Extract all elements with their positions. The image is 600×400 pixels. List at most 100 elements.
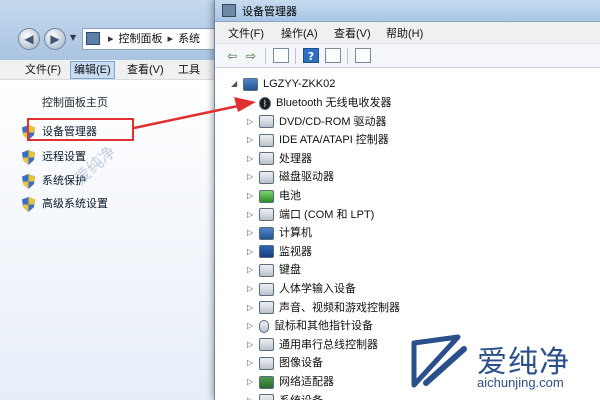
device-manager-window: 设备管理器 文件(F) 操作(A) 查看(V) 帮助(H) ⇦ ⇨ ? ◢ LGZ… (214, 0, 600, 400)
device-manager-icon (222, 4, 236, 17)
expand-icon[interactable]: ▷ (247, 94, 257, 112)
expand-icon[interactable]: ▷ (247, 243, 257, 261)
computer-icon (259, 226, 274, 240)
toolbar-divider (347, 48, 348, 64)
expand-icon[interactable]: ▷ (247, 168, 257, 186)
device-category-row[interactable]: ▷ DVD/CD-ROM 驱动器 (247, 113, 387, 131)
device-category-row[interactable]: ▷ 图像设备 (247, 354, 323, 372)
expand-icon[interactable]: ▷ (247, 336, 257, 354)
breadcrumb-separator-icon: ▸ (167, 33, 174, 45)
device-category-row[interactable]: ▷ 系统设备 (247, 392, 323, 400)
device-category-label: 声音、视频和游戏控制器 (279, 301, 400, 314)
processor-icon (259, 152, 274, 166)
sound-icon (259, 301, 274, 315)
device-manager-titlebar: 设备管理器 (215, 0, 600, 22)
brand-site: aichunjing.com (477, 375, 564, 390)
mouse-icon (259, 319, 269, 333)
brand-logo-icon (411, 334, 467, 388)
device-category-label: 图像设备 (279, 357, 323, 370)
device-category-label: 人体学输入设备 (279, 283, 356, 296)
expand-icon[interactable]: ▷ (247, 299, 257, 317)
address-bar[interactable]: ▸ 控制面板 ▸ 系统 (82, 28, 227, 50)
console-tree-icon[interactable] (273, 48, 289, 63)
expand-icon[interactable]: ▷ (247, 131, 257, 149)
breadcrumb-separator-icon: ▸ (108, 33, 114, 45)
expand-icon[interactable]: ▷ (247, 317, 257, 335)
expand-icon[interactable]: ▷ (247, 150, 257, 168)
device-category-row[interactable]: ▷ 监视器 (247, 243, 312, 261)
collapse-icon[interactable]: ◢ (231, 75, 241, 93)
control-panel-menubar: 文件(F) 编辑(E) 查看(V) 工具 (0, 60, 222, 80)
usb-icon (259, 338, 274, 352)
device-category-label: 磁盘驱动器 (279, 171, 334, 184)
device-category-row[interactable]: ▷ 磁盘驱动器 (247, 168, 334, 186)
device-category-row[interactable]: ▷ 计算机 (247, 224, 312, 242)
forward-button[interactable]: ▶ (44, 28, 66, 50)
menu-view[interactable]: 查看(V) (124, 61, 167, 79)
menu-help[interactable]: 帮助(H) (386, 25, 423, 41)
properties-icon[interactable] (325, 48, 341, 63)
toolbar-divider (265, 48, 266, 64)
device-category-label: 处理器 (279, 152, 312, 165)
device-category-label: 计算机 (279, 227, 312, 240)
breadcrumb-system[interactable]: 系统 (178, 33, 200, 45)
device-category-row[interactable]: ▷ 键盘 (247, 261, 301, 279)
imaging-icon (259, 356, 274, 370)
advanced-system-settings-label: 高级系统设置 (42, 198, 108, 211)
expand-icon[interactable]: ▷ (247, 261, 257, 279)
device-category-row[interactable]: ▷ 人体学输入设备 (247, 280, 356, 298)
expand-icon[interactable]: ▷ (247, 224, 257, 242)
device-category-row[interactable]: ▷ 鼠标和其他指针设备 (247, 317, 373, 335)
disk-drive-icon (259, 170, 274, 184)
device-category-row[interactable]: ▷ IDE ATA/ATAPI 控制器 (247, 131, 389, 149)
menu-file[interactable]: 文件(F) (22, 61, 64, 79)
help-icon[interactable]: ? (303, 48, 319, 63)
expand-icon[interactable]: ▷ (247, 206, 257, 224)
forward-arrow-icon[interactable]: ⇨ (242, 47, 260, 65)
device-category-row[interactable]: ▷ 电池 (247, 187, 301, 205)
control-panel-window: ◀ ▶ ▼ ▸ 控制面板 ▸ 系统 文件(F) 编辑(E) 查看(V) 工具 控制面板… (0, 0, 227, 400)
device-category-label: 端口 (COM 和 LPT) (279, 208, 375, 221)
shield-icon (22, 196, 35, 212)
menu-view[interactable]: 查看(V) (334, 25, 371, 41)
device-manager-highlight-box (27, 118, 134, 141)
monitor-icon (259, 245, 274, 259)
device-category-row[interactable]: ▷ 声音、视频和游戏控制器 (247, 299, 400, 317)
expand-icon[interactable]: ▷ (247, 373, 257, 391)
scan-hardware-icon[interactable] (355, 48, 371, 63)
expand-icon[interactable]: ▷ (247, 187, 257, 205)
control-panel-icon (86, 32, 100, 45)
breadcrumb-control-panel[interactable]: 控制面板 (119, 33, 163, 45)
device-category-row[interactable]: ▷ 处理器 (247, 150, 312, 168)
device-category-label: Bluetooth 无线电收发器 (276, 97, 392, 110)
tree-root-computer[interactable]: ◢ LGZYY-ZKK02 (231, 75, 335, 93)
recent-pages-dropdown-icon[interactable]: ▼ (70, 33, 76, 42)
system-icon (259, 394, 274, 400)
expand-icon[interactable]: ▷ (247, 113, 257, 131)
bluetooth-icon: ᛒ (259, 96, 271, 110)
menu-tools[interactable]: 工具 (175, 61, 203, 79)
menu-action[interactable]: 操作(A) (281, 25, 318, 41)
device-category-row[interactable]: ▷ 端口 (COM 和 LPT) (247, 206, 374, 224)
window-title: 设备管理器 (242, 6, 297, 18)
device-category-label: 监视器 (279, 245, 312, 258)
expand-icon[interactable]: ▷ (247, 392, 257, 400)
device-manager-menubar: 文件(F) 操作(A) 查看(V) 帮助(H) (215, 22, 600, 44)
device-category-row[interactable]: ▷ ᛒ Bluetooth 无线电收发器 (247, 94, 392, 112)
menu-edit[interactable]: 编辑(E) (70, 61, 115, 79)
back-arrow-icon[interactable]: ⇦ (223, 47, 241, 65)
computer-icon (243, 77, 258, 91)
menu-file[interactable]: 文件(F) (228, 25, 264, 41)
expand-icon[interactable]: ▷ (247, 354, 257, 372)
shield-icon (22, 173, 35, 189)
expand-icon[interactable]: ▷ (247, 280, 257, 298)
back-button[interactable]: ◀ (18, 28, 40, 50)
device-category-row[interactable]: ▷ 通用串行总线控制器 (247, 336, 378, 354)
shield-icon (22, 149, 35, 165)
keyboard-icon (259, 263, 274, 277)
hid-icon (259, 282, 274, 296)
control-panel-home-link[interactable]: 控制面板主页 (42, 94, 108, 110)
advanced-system-settings-link[interactable]: 高级系统设置 (22, 196, 108, 212)
dvd-drive-icon (259, 115, 274, 129)
device-category-row[interactable]: ▷ 网络适配器 (247, 373, 334, 391)
